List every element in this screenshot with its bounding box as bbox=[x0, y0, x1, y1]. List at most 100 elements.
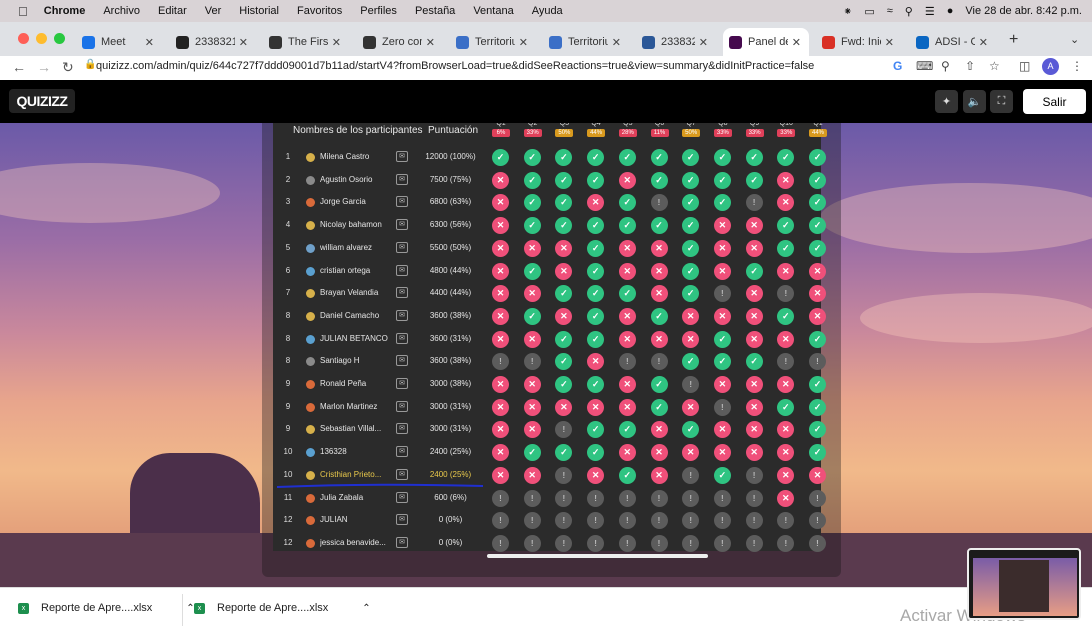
lock-icon[interactable]: 🔒 bbox=[84, 59, 96, 70]
mail-icon[interactable]: ✉ bbox=[396, 378, 408, 389]
menu-app-name[interactable]: Chrome bbox=[44, 5, 86, 17]
unattempted-icon[interactable]: ! bbox=[682, 489, 700, 507]
wrong-answer-icon[interactable]: ✕ bbox=[618, 330, 636, 348]
unattempted-icon[interactable]: ! bbox=[492, 512, 509, 530]
wrong-answer-icon[interactable]: ✕ bbox=[618, 398, 636, 416]
participant-name[interactable]: Cristhian Prieto... bbox=[320, 470, 388, 479]
menu-editar[interactable]: Editar bbox=[158, 5, 187, 17]
participant-name[interactable]: Santiago H bbox=[320, 356, 388, 365]
correct-answer-icon[interactable]: ✓ bbox=[587, 262, 605, 280]
mail-icon[interactable]: ✉ bbox=[396, 446, 408, 458]
tab-7[interactable]: 2338321_ ✕ bbox=[636, 28, 716, 56]
unattempted-icon[interactable]: ! bbox=[523, 353, 541, 371]
correct-answer-icon[interactable]: ✓ bbox=[777, 398, 795, 416]
wrong-answer-icon[interactable]: ✕ bbox=[492, 466, 509, 484]
unattempted-icon[interactable]: ! bbox=[745, 466, 763, 484]
wrong-answer-icon[interactable]: ✕ bbox=[777, 466, 795, 484]
correct-answer-icon[interactable]: ✓ bbox=[745, 353, 763, 371]
correct-answer-icon[interactable]: ✓ bbox=[745, 149, 763, 166]
zoom-icon[interactable]: ⚲ bbox=[941, 59, 950, 73]
unattempted-icon[interactable]: ! bbox=[713, 534, 731, 552]
volume-icon[interactable]: 🔈 bbox=[963, 90, 986, 113]
wrong-answer-icon[interactable]: ✕ bbox=[618, 307, 636, 325]
wrong-answer-icon[interactable]: ✕ bbox=[587, 398, 605, 416]
correct-answer-icon[interactable]: ✓ bbox=[682, 194, 700, 212]
mail-icon[interactable]: ✉ bbox=[396, 196, 408, 208]
unattempted-icon[interactable]: ! bbox=[492, 489, 509, 507]
participant-row[interactable]: 4 Nicolay bahamon ✉ 6300 (56%) ✕ ✓ ✓ ✓ ✓ ✓ ✓ ✕ ✕ ✓ ✓ bbox=[273, 214, 826, 236]
participant-name[interactable]: Brayan Velandia bbox=[320, 288, 388, 297]
wrong-answer-icon[interactable]: ✕ bbox=[713, 376, 731, 393]
correct-answer-icon[interactable]: ✓ bbox=[555, 444, 573, 462]
share-icon[interactable]: ⇧ bbox=[965, 59, 975, 73]
unattempted-icon[interactable]: ! bbox=[523, 512, 541, 530]
unattempted-icon[interactable]: ! bbox=[555, 489, 573, 507]
participant-name[interactable]: william alvarez bbox=[320, 243, 388, 252]
correct-answer-icon[interactable]: ✓ bbox=[809, 376, 826, 393]
correct-answer-icon[interactable]: ✓ bbox=[618, 149, 636, 166]
wrong-answer-icon[interactable]: ✕ bbox=[650, 262, 668, 280]
participant-name[interactable]: JULIAN bbox=[320, 515, 388, 524]
unattempted-icon[interactable]: ! bbox=[492, 534, 509, 552]
wrong-answer-icon[interactable]: ✕ bbox=[492, 421, 509, 439]
mail-icon[interactable]: ✉ bbox=[396, 423, 408, 435]
quizizz-logo[interactable]: QUIZIZZ bbox=[9, 89, 75, 113]
wrong-answer-icon[interactable]: ✕ bbox=[682, 398, 700, 416]
correct-answer-icon[interactable]: ✓ bbox=[713, 330, 731, 348]
wrong-answer-icon[interactable]: ✕ bbox=[618, 171, 636, 189]
wrong-answer-icon[interactable]: ✕ bbox=[777, 262, 795, 280]
unattempted-icon[interactable]: ! bbox=[713, 489, 731, 507]
menu-favoritos[interactable]: Favoritos bbox=[297, 5, 342, 17]
close-tab-icon[interactable]: ✕ bbox=[792, 36, 801, 49]
unattempted-icon[interactable]: ! bbox=[618, 534, 636, 552]
wrong-answer-icon[interactable]: ✕ bbox=[777, 489, 795, 507]
wrong-answer-icon[interactable]: ✕ bbox=[745, 421, 763, 439]
mail-icon[interactable]: ✉ bbox=[396, 491, 408, 503]
wrong-answer-icon[interactable]: ✕ bbox=[555, 398, 573, 416]
tab-6[interactable]: Territorium ✕ bbox=[543, 28, 629, 56]
correct-answer-icon[interactable]: ✓ bbox=[587, 421, 605, 439]
mail-icon[interactable]: ✉ bbox=[396, 219, 408, 231]
participant-name[interactable]: Nicolay bahamon bbox=[320, 220, 388, 229]
menu-historial[interactable]: Historial bbox=[239, 5, 279, 17]
correct-answer-icon[interactable]: ✓ bbox=[587, 444, 605, 462]
wrong-answer-icon[interactable]: ✕ bbox=[587, 194, 605, 212]
wrong-answer-icon[interactable]: ✕ bbox=[745, 398, 763, 416]
wrong-answer-icon[interactable]: ✕ bbox=[492, 398, 509, 416]
correct-answer-icon[interactable]: ✓ bbox=[650, 376, 668, 393]
chevron-up-icon[interactable]: ⌃ bbox=[362, 603, 370, 614]
correct-answer-icon[interactable]: ✓ bbox=[777, 239, 795, 257]
correct-answer-icon[interactable]: ✓ bbox=[809, 398, 826, 416]
wrong-answer-icon[interactable]: ✕ bbox=[777, 171, 795, 189]
correct-answer-icon[interactable]: ✓ bbox=[555, 353, 573, 371]
wrong-answer-icon[interactable]: ✕ bbox=[618, 444, 636, 462]
mail-icon[interactable]: ✉ bbox=[396, 287, 408, 299]
minimize-window-button[interactable] bbox=[36, 33, 47, 44]
horizontal-scrollbar[interactable] bbox=[487, 554, 708, 558]
correct-answer-icon[interactable]: ✓ bbox=[587, 171, 605, 189]
unattempted-icon[interactable]: ! bbox=[682, 534, 700, 552]
mail-icon[interactable]: ✉ bbox=[396, 151, 408, 162]
apple-icon[interactable]:  bbox=[18, 4, 28, 19]
participant-row[interactable]: 9 Marlon Martinez ✉ 3000 (31%) ✕ ✕ ✕ ✕ ✕ ✓ ✕! ✕ ✓ ✓ bbox=[273, 396, 826, 418]
mail-icon[interactable]: ✉ bbox=[396, 309, 408, 321]
wrong-answer-icon[interactable]: ✕ bbox=[650, 239, 668, 257]
close-tab-icon[interactable]: ✕ bbox=[239, 36, 248, 49]
close-tab-icon[interactable]: ✕ bbox=[426, 36, 435, 49]
wrong-answer-icon[interactable]: ✕ bbox=[492, 330, 509, 348]
correct-answer-icon[interactable]: ✓ bbox=[618, 217, 636, 235]
wrong-answer-icon[interactable]: ✕ bbox=[777, 421, 795, 439]
correct-answer-icon[interactable]: ✓ bbox=[587, 149, 605, 166]
participant-name[interactable]: Marlon Martinez bbox=[320, 402, 388, 411]
wrong-answer-icon[interactable]: ✕ bbox=[492, 171, 509, 189]
control-center-icon[interactable]: ☰ bbox=[925, 5, 935, 18]
correct-answer-icon[interactable]: ✓ bbox=[809, 239, 826, 257]
unattempted-icon[interactable]: ! bbox=[777, 285, 795, 303]
correct-answer-icon[interactable]: ✓ bbox=[682, 353, 700, 371]
participant-row[interactable]: 12 JULIAN ✉ 0 (0%)!!!!!!!!!!! bbox=[273, 509, 826, 531]
wrong-answer-icon[interactable]: ✕ bbox=[555, 307, 573, 325]
correct-answer-icon[interactable]: ✓ bbox=[555, 330, 573, 348]
exit-button[interactable]: Salir bbox=[1023, 89, 1086, 114]
correct-answer-icon[interactable]: ✓ bbox=[587, 330, 605, 348]
correct-answer-icon[interactable]: ✓ bbox=[555, 149, 573, 166]
